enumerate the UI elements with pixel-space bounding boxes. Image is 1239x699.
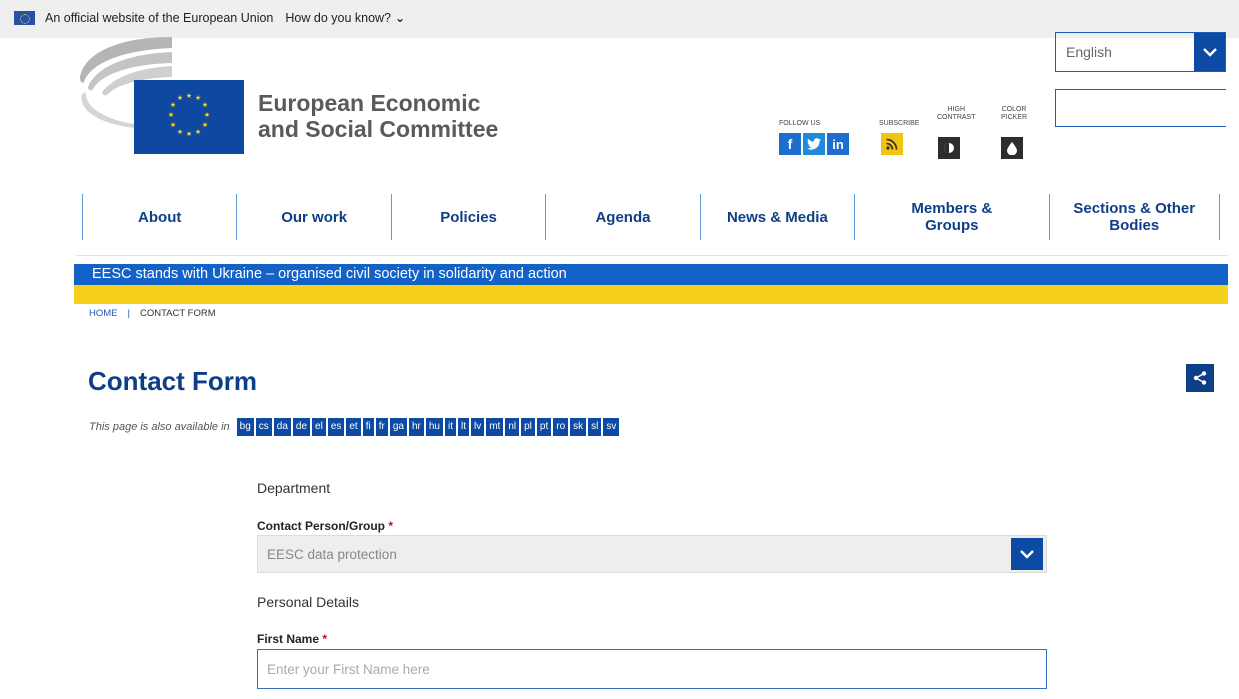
svg-text:★: ★ (177, 128, 183, 136)
lang-chip-bg[interactable]: bg (236, 418, 254, 436)
lang-chip-de[interactable]: de (292, 418, 311, 436)
facebook-icon[interactable]: f (779, 133, 801, 155)
lang-chip-et[interactable]: et (346, 418, 361, 436)
color-drop-icon[interactable] (1001, 137, 1023, 159)
lang-chip-cs[interactable]: cs (255, 418, 272, 436)
logo-text-line-1: European Economic (258, 90, 481, 116)
contact-person-select[interactable]: EESC data protection (257, 535, 1047, 573)
lang-chip-pl[interactable]: pl (521, 418, 535, 436)
contact-person-label: Contact Person/Group * (257, 519, 393, 533)
lang-chip-es[interactable]: es (327, 418, 345, 436)
lang-chip-mt[interactable]: mt (486, 418, 504, 436)
svg-text:★: ★ (202, 121, 208, 129)
svg-text:★: ★ (168, 111, 174, 119)
lang-chip-sl[interactable]: sl (588, 418, 602, 436)
available-languages-label: This page is also available in (89, 421, 230, 433)
lang-chip-fi[interactable]: fi (362, 418, 374, 436)
lang-chip-lt[interactable]: lt (457, 418, 469, 436)
how-do-you-know-toggle[interactable]: How do you know? ⌄ (285, 11, 405, 25)
color-picker-label: COLOR PICKER (1001, 106, 1027, 122)
nav-policies[interactable]: Policies (390, 194, 545, 240)
svg-text:★: ★ (202, 101, 208, 109)
svg-text:★: ★ (170, 121, 176, 129)
linkedin-icon[interactable]: in (827, 133, 849, 155)
lang-chip-sv[interactable]: sv (603, 418, 620, 436)
eesc-logo[interactable]: ★ ★ ★ ★ ★ ★ ★ ★ ★ ★ ★ ★ European Economi… (76, 32, 516, 157)
available-languages: This page is also available in bg cs da … (89, 418, 621, 436)
high-contrast-label-2: CONTRAST (937, 114, 976, 121)
nav-our-work[interactable]: Our work (236, 194, 390, 240)
lang-chip-it[interactable]: it (444, 418, 456, 436)
chevron-down-icon[interactable] (1194, 33, 1225, 71)
lang-chip-ga[interactable]: ga (389, 418, 407, 436)
search-input[interactable] (1056, 90, 1239, 126)
lang-chip-ro[interactable]: ro (553, 418, 569, 436)
twitter-icon[interactable] (803, 133, 825, 155)
official-website-text: An official website of the European Unio… (45, 11, 274, 25)
high-contrast-label: HIGH CONTRAST (937, 106, 976, 122)
rss-icon[interactable] (881, 133, 903, 155)
ukraine-banner-yellow-band (74, 285, 1228, 304)
ukraine-banner[interactable]: EESC stands with Ukraine – organised civ… (74, 264, 1228, 304)
how-do-you-know-label: How do you know? (285, 11, 392, 25)
contact-person-select-value: EESC data protection (267, 546, 397, 562)
nav-sections-bodies[interactable]: Sections & Other Bodies (1048, 194, 1220, 240)
contrast-icon[interactable] (938, 137, 960, 159)
language-select[interactable]: English (1055, 32, 1226, 72)
language-select-value: English (1066, 44, 1112, 60)
contact-person-label-text: Contact Person/Group (257, 519, 386, 533)
nav-members-groups[interactable]: Members & Groups (854, 194, 1048, 240)
logo-text-line-2: and Social Committee (258, 116, 499, 142)
lang-chip-hr[interactable]: hr (408, 418, 424, 436)
eesc-arc-logo-icon: ★ ★ ★ ★ ★ ★ ★ ★ ★ ★ ★ ★ (80, 37, 244, 154)
nav-divider (76, 255, 1228, 256)
first-name-label: First Name * (257, 632, 327, 646)
share-icon (1193, 371, 1207, 385)
eesc-logo-text: European Economic and Social Committee (258, 90, 498, 142)
first-name-label-text: First Name (257, 632, 320, 646)
lang-chip-sk[interactable]: sk (570, 418, 587, 436)
svg-text:★: ★ (195, 128, 201, 136)
breadcrumb-home[interactable]: HOME (89, 308, 118, 319)
nav-news-media[interactable]: News & Media (699, 194, 854, 240)
lang-chip-pt[interactable]: pt (536, 418, 552, 436)
svg-text:★: ★ (204, 111, 210, 119)
personal-details-section-title: Personal Details (257, 594, 359, 610)
search-box (1055, 89, 1239, 127)
color-picker-label-2: PICKER (1001, 114, 1028, 121)
required-mark: * (322, 632, 328, 646)
chevron-down-icon: ⌄ (395, 11, 406, 25)
svg-text:★: ★ (195, 94, 201, 102)
lang-chip-hu[interactable]: hu (425, 418, 443, 436)
high-contrast-label-1: HIGH (947, 106, 966, 113)
required-mark: * (388, 519, 394, 533)
color-picker-label-1: COLOR (1001, 106, 1027, 113)
nav-agenda[interactable]: Agenda (545, 194, 699, 240)
ukraine-banner-text: EESC stands with Ukraine – organised civ… (74, 264, 1228, 285)
page-title: Contact Form (88, 366, 257, 396)
svg-text:★: ★ (170, 101, 176, 109)
share-button[interactable] (1186, 364, 1214, 392)
department-section-title: Department (257, 480, 331, 496)
lang-chip-da[interactable]: da (273, 418, 291, 436)
svg-text:★: ★ (186, 92, 192, 100)
breadcrumb: HOME | CONTACT FORM (89, 308, 216, 319)
main-navigation: About Our work Policies Agenda News & Me… (82, 194, 1220, 240)
svg-text:★: ★ (186, 130, 192, 138)
chevron-down-icon[interactable] (1011, 538, 1043, 570)
subscribe-label: SUBSCRIBE (879, 120, 920, 127)
lang-chip-el[interactable]: el (312, 418, 326, 436)
first-name-input[interactable] (257, 649, 1047, 689)
nav-about[interactable]: About (82, 194, 236, 240)
breadcrumb-separator: | (127, 308, 130, 319)
eu-flag-icon (14, 11, 35, 25)
lang-chip-lv[interactable]: lv (470, 418, 485, 436)
lang-chip-nl[interactable]: nl (505, 418, 520, 436)
breadcrumb-current: CONTACT FORM (139, 308, 216, 319)
lang-chip-fr[interactable]: fr (375, 418, 388, 436)
svg-text:★: ★ (177, 94, 183, 102)
follow-us-label: FOLLOW US (779, 120, 821, 127)
